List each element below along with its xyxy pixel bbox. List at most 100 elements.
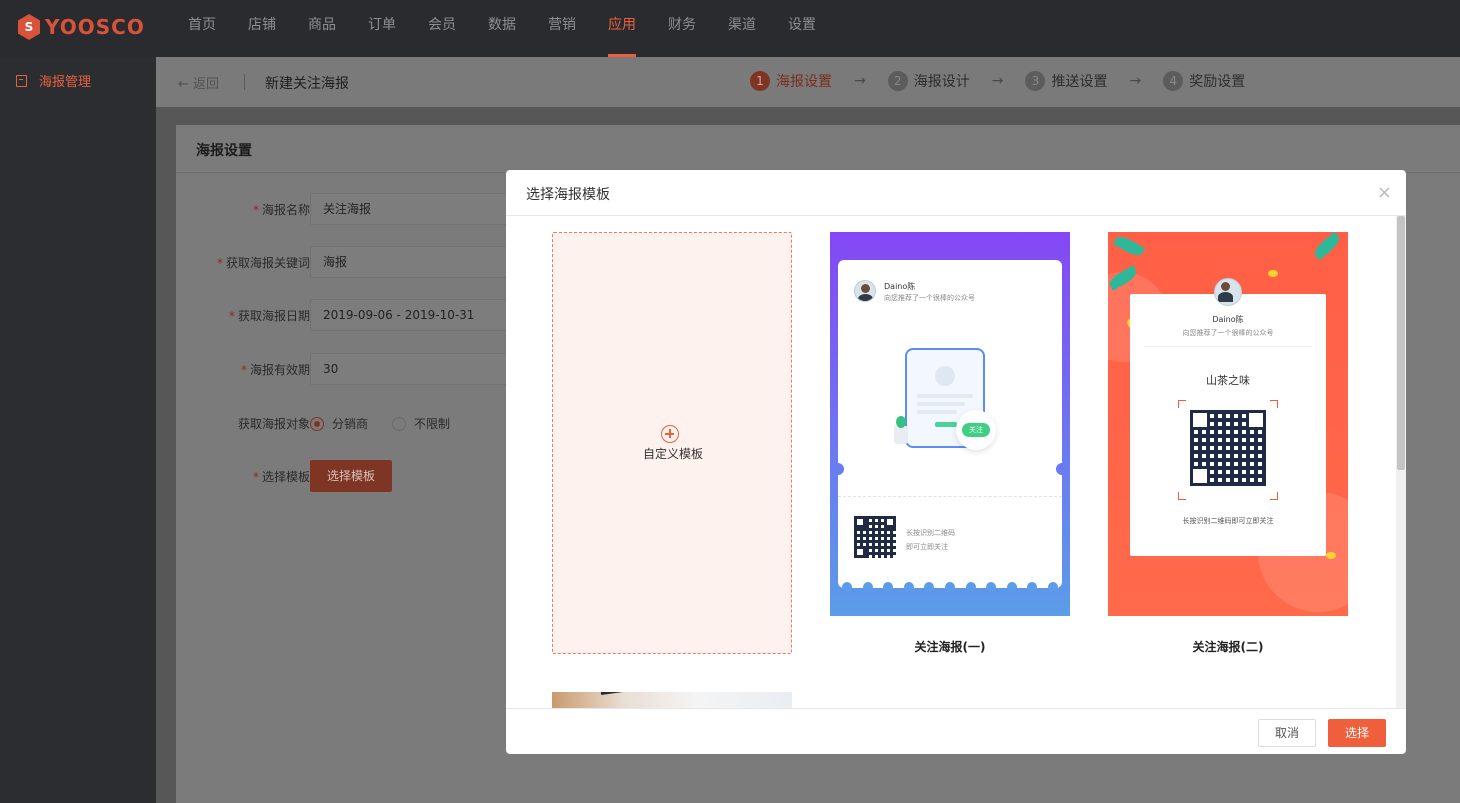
field-label: * 海报有效期 (240, 363, 310, 377)
avatar (854, 280, 876, 302)
step-label: 奖励设置 (1189, 74, 1246, 90)
step-label: 海报设计 (913, 74, 970, 90)
top-navbar: S YOOSCO 首页 店铺 商品 订单 会员 数据 营销 应用 财务 渠道 设… (0, 0, 1460, 57)
nav-item-settings[interactable]: 设置 (772, 0, 832, 57)
arrow-right-icon: → (1129, 73, 1142, 89)
divider (244, 74, 245, 90)
back-button[interactable]: ← 返回 (178, 73, 219, 92)
nav-item-products[interactable]: 商品 (292, 0, 352, 57)
scan-hint-line2: 即可立即关注 (906, 543, 948, 551)
nav-item-data[interactable]: 数据 (472, 0, 532, 57)
template-picker-dialog: 选择海报模板 × 自定义模板 Daino陈 向您推荐了一个很棒的公众号 关注 长… (506, 170, 1406, 754)
poster-recommend-text: 向您推荐了一个很棒的公众号 (1182, 329, 1274, 337)
sidebar: 海报管理 (0, 57, 156, 803)
qr-code-icon (854, 516, 896, 558)
nav-item-home[interactable]: 首页 (172, 0, 232, 57)
step-indicator: 1 海报设置 → 2 海报设计 → 3 推送设置 → 4 奖励设置 (750, 71, 1245, 91)
scan-frame-corner (1178, 400, 1186, 408)
step-number: 3 (1025, 71, 1046, 91)
keyword-input[interactable]: 海报 (310, 246, 510, 278)
profile-placeholder-icon (935, 366, 955, 386)
cancel-button[interactable]: 取消 (1258, 719, 1316, 747)
account-name: 山茶之味 (1206, 374, 1250, 387)
plant-icon (894, 416, 908, 444)
nav-item-members[interactable]: 会员 (412, 0, 472, 57)
step-number: 2 (887, 71, 908, 91)
logo-icon: S (18, 14, 40, 40)
brand-name: YOOSCO (45, 15, 145, 39)
poster-user-name: Daino陈 (1212, 315, 1244, 324)
poster-preview: Daino陈 向您推荐了一个很棒的公众号 关注 长按识别二维码 即可立即关注 (838, 260, 1062, 588)
scan-frame-corner (1178, 492, 1186, 500)
arrow-right-icon: → (854, 73, 866, 89)
step-poster-settings: 1 海报设置 (750, 71, 832, 91)
divider (506, 708, 1406, 709)
ticket-notch (1056, 463, 1068, 475)
step-label: 推送设置 (1051, 74, 1108, 90)
leaf-icon (1113, 233, 1145, 259)
step-poster-design: 2 海报设计 (887, 71, 970, 91)
coin-icon (1326, 552, 1336, 559)
arrow-left-icon: ← (178, 77, 189, 92)
field-label: * 获取海报关键词 (216, 256, 310, 270)
step-reward-settings: 4 奖励设置 (1163, 71, 1245, 91)
close-icon[interactable]: × (1377, 182, 1392, 203)
scrollbar-thumb[interactable] (1397, 216, 1405, 470)
scan-hint: 长按识别二维码即可立即关注 (1182, 517, 1274, 525)
scan-frame-corner (1270, 492, 1278, 500)
poster-recommend-text: 向您推荐了一个很棒的公众号 (884, 294, 975, 302)
step-number: 4 (1163, 71, 1184, 91)
nav-item-apps[interactable]: 应用 (592, 0, 652, 57)
date-range-input[interactable]: 2019-09-06 - 2019-10-31 (310, 299, 510, 331)
field-label: * 选择模板 (252, 470, 310, 484)
dialog-scrollbar[interactable] (1396, 216, 1406, 708)
ticket-edge-dots (842, 582, 1058, 592)
radio-checked-icon (310, 416, 324, 431)
field-label: * 海报名称 (252, 203, 310, 217)
validity-input[interactable]: 30 (310, 353, 510, 385)
radio-label: 分销商 (332, 417, 369, 431)
poster-name-input[interactable]: 关注海报 (310, 193, 510, 225)
logo[interactable]: S YOOSCO (18, 14, 145, 40)
template-card-follow-1[interactable]: Daino陈 向您推荐了一个很棒的公众号 关注 长按识别二维码 即可立即关注 (830, 232, 1070, 616)
button-placeholder (935, 422, 957, 427)
add-circle-icon (661, 425, 679, 443)
scan-hint-line1: 长按识别二维码 (906, 529, 955, 537)
step-push-settings: 3 推送设置 (1025, 71, 1107, 91)
choose-template-button[interactable]: 选择模板 (310, 460, 392, 492)
radio-unlimited[interactable]: 不限制 (392, 415, 450, 432)
sidebar-item-poster-management[interactable]: 海报管理 (16, 71, 91, 90)
follow-badge: 关注 (962, 423, 990, 437)
ticket-notch (832, 463, 844, 475)
divider (1144, 346, 1312, 347)
leaf-icon (1311, 232, 1343, 261)
radio-distributor[interactable]: 分销商 (310, 415, 368, 432)
nav-item-orders[interactable]: 订单 (352, 0, 412, 57)
dialog-title: 选择海报模板 (526, 187, 610, 203)
template-card-3[interactable] (552, 692, 792, 708)
sidebar-item-label: 海报管理 (39, 75, 92, 90)
poster-preview: Daino陈 向您推荐了一个很棒的公众号 山茶之味 长按识别二维码即可立即关注 (1130, 278, 1326, 556)
scan-frame-corner (1270, 400, 1278, 408)
nav-item-store[interactable]: 店铺 (232, 0, 292, 57)
text-placeholder (917, 402, 965, 406)
nav-item-marketing[interactable]: 营销 (532, 0, 592, 57)
page-title: 新建关注海报 (265, 76, 349, 92)
template-name: 关注海报(一) (914, 640, 986, 654)
custom-template-label: 自定义模板 (642, 447, 703, 461)
avatar (1214, 278, 1242, 306)
template-name: 关注海报(二) (1192, 640, 1264, 654)
text-placeholder (917, 410, 957, 414)
section-title: 海报设置 (196, 143, 252, 159)
main-nav: 首页 店铺 商品 订单 会员 数据 营销 应用 财务 渠道 设置 (172, 0, 832, 57)
back-label: 返回 (193, 77, 220, 92)
select-button[interactable]: 选择 (1328, 719, 1386, 747)
radio-unchecked-icon (392, 416, 406, 431)
divider (838, 496, 1062, 497)
qr-code-icon (1190, 410, 1266, 486)
nav-item-channels[interactable]: 渠道 (712, 0, 772, 57)
template-card-follow-2[interactable]: Daino陈 向您推荐了一个很棒的公众号 山茶之味 长按识别二维码即可立即关注 (1108, 232, 1348, 616)
text-placeholder (917, 394, 973, 398)
nav-item-finance[interactable]: 财务 (652, 0, 712, 57)
custom-template-card[interactable]: 自定义模板 (552, 232, 792, 654)
